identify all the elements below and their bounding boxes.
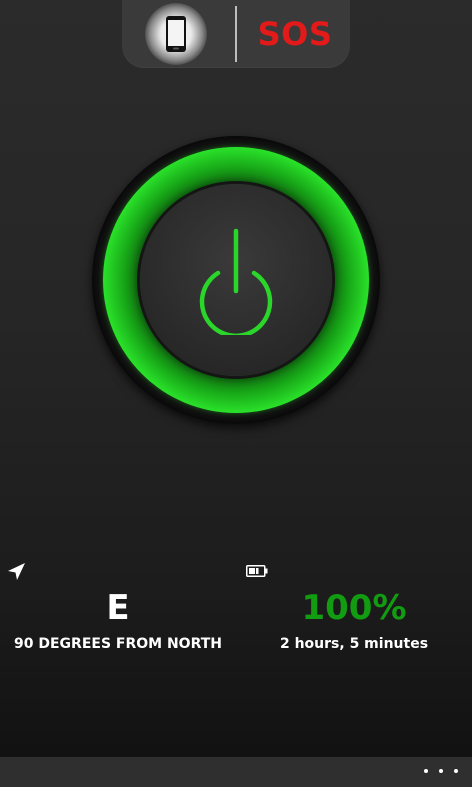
sos-mode-button[interactable]: SOS <box>252 10 338 58</box>
phone-mode-button[interactable] <box>142 3 210 65</box>
mode-divider <box>235 6 237 62</box>
power-icon <box>199 228 273 335</box>
sos-label: SOS <box>257 15 333 53</box>
compass-degrees-text: 90 DEGREES FROM NORTH <box>14 636 222 652</box>
flashlight-screen: SOS E 90 DEGREES FROM NORTH 100% 2 hours… <box>0 0 472 787</box>
mode-toggle-bar: SOS <box>122 0 350 68</box>
battery-time-remaining: 2 hours, 5 minutes <box>279 636 429 652</box>
battery-icon <box>246 565 268 577</box>
navigation-arrow-icon <box>8 563 25 580</box>
app-bar <box>0 757 472 787</box>
battery-percentage: 100% <box>301 588 407 628</box>
compass-direction: E <box>106 588 130 628</box>
smartphone-icon <box>166 16 186 52</box>
power-button[interactable] <box>92 136 380 424</box>
more-dot <box>424 769 428 773</box>
more-dot <box>439 769 443 773</box>
power-button-face[interactable] <box>140 184 332 376</box>
more-dot <box>454 769 458 773</box>
more-options-icon[interactable] <box>424 759 458 783</box>
